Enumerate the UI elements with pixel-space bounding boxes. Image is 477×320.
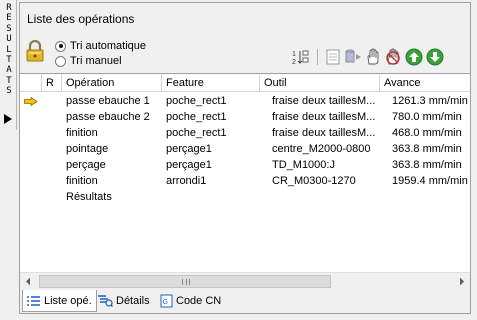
tab-label: Code CN bbox=[176, 294, 222, 307]
feature-cell: perçage1 bbox=[166, 159, 212, 171]
table-row[interactable]: passe ebauche 1 poche_rect1 fraise deux … bbox=[20, 93, 470, 109]
operations-table: R Opération Feature Outil Avance passe e… bbox=[20, 73, 470, 289]
feed-cell: 363.8 mm/min bbox=[392, 143, 462, 155]
operation-cell: passe ebauche 2 bbox=[66, 111, 150, 123]
table-row[interactable]: Résultats bbox=[20, 189, 470, 205]
tab-details[interactable]: Détails bbox=[94, 290, 154, 311]
feed-cell: 363.8 mm/min bbox=[392, 159, 462, 171]
move-down-icon[interactable] bbox=[426, 48, 444, 66]
panel-title: Liste des opérations bbox=[27, 12, 135, 26]
scroll-left-icon[interactable] bbox=[20, 273, 37, 290]
feature-cell: poche_rect1 bbox=[166, 127, 227, 139]
feature-cell: perçage1 bbox=[166, 143, 212, 155]
operation-cell: finition bbox=[66, 127, 98, 139]
scrollbar-thumb[interactable] bbox=[39, 275, 331, 288]
svg-text:1: 1 bbox=[292, 51, 296, 58]
feature-cell bbox=[166, 189, 260, 205]
sort-manual-radio[interactable] bbox=[55, 55, 66, 67]
sort-order-icon[interactable]: 1 2 bbox=[291, 48, 309, 66]
feed-cell: 1261.3 mm/min bbox=[392, 95, 468, 107]
feed-cell: 1959.4 mm/min bbox=[392, 175, 468, 187]
operation-cell: finition bbox=[66, 175, 98, 187]
operations-panel: Liste des opérations Tri automatique Tri… bbox=[19, 2, 471, 314]
sort-auto-label: Tri automatique bbox=[70, 40, 147, 52]
tool-cell: centre_M2000-0800 bbox=[272, 143, 371, 155]
header-r[interactable]: R bbox=[42, 74, 62, 92]
header-operation[interactable]: Opération bbox=[62, 74, 162, 92]
header-tool[interactable]: Outil bbox=[260, 74, 380, 92]
results-side-tab[interactable]: R E S U L T A T S bbox=[0, 0, 17, 130]
no-hand-icon[interactable] bbox=[384, 48, 402, 66]
header-feature[interactable]: Feature bbox=[162, 74, 260, 92]
header-feed[interactable]: Avance bbox=[380, 74, 470, 92]
tool-cell bbox=[272, 189, 380, 205]
tool-cell: CR_M0300-1270 bbox=[272, 175, 356, 187]
tab-label: Liste opé. bbox=[44, 294, 92, 307]
svg-text:G: G bbox=[163, 299, 168, 306]
operation-cell: pointage bbox=[66, 143, 109, 155]
tab-label: Détails bbox=[116, 294, 150, 307]
move-up-icon[interactable] bbox=[405, 48, 423, 66]
table-row[interactable]: pointage perçage1 centre_M2000-0800 363.… bbox=[20, 141, 470, 157]
hand-icon[interactable] bbox=[364, 48, 382, 66]
feature-cell: arrondi1 bbox=[166, 175, 207, 187]
sort-auto-radio[interactable] bbox=[55, 40, 66, 52]
svg-text:2: 2 bbox=[292, 59, 296, 66]
table-row[interactable]: perçage perçage1 TD_M1000:J 363.8 mm/min bbox=[20, 157, 470, 173]
sort-auto-option[interactable]: Tri automatique bbox=[55, 39, 146, 53]
bottom-tab-bar: Liste opé. Détails G Code CN bbox=[20, 290, 470, 313]
tool-cell: fraise deux taillesM... bbox=[272, 111, 376, 123]
tool-cell: fraise deux taillesM... bbox=[272, 95, 376, 107]
expand-arrow-icon[interactable] bbox=[4, 114, 12, 124]
table-row[interactable]: passe ebauche 2 poche_rect1 fraise deux … bbox=[20, 109, 470, 125]
tool-cell: TD_M1000:J bbox=[272, 159, 335, 171]
feed-cell: 468.0 mm/min bbox=[392, 127, 462, 139]
table-row[interactable]: finition arrondi1 CR_M0300-1270 1959.4 m… bbox=[20, 173, 470, 189]
details-icon bbox=[98, 295, 113, 307]
operation-cell: perçage bbox=[66, 159, 106, 171]
current-row-arrow-icon bbox=[24, 97, 38, 106]
tab-operations-list[interactable]: Liste opé. bbox=[22, 290, 97, 312]
feed-cell: 780.0 mm/min bbox=[392, 111, 462, 123]
feature-cell: poche_rect1 bbox=[166, 95, 227, 107]
tab-nc-code[interactable]: G Code CN bbox=[157, 290, 225, 311]
table-row[interactable]: finition poche_rect1 fraise deux tailles… bbox=[20, 125, 470, 141]
sort-manual-option[interactable]: Tri manuel bbox=[55, 54, 122, 68]
operation-cell: passe ebauche 1 bbox=[66, 95, 150, 107]
simulate-icon[interactable] bbox=[344, 48, 362, 66]
tool-cell: fraise deux taillesM... bbox=[272, 127, 376, 139]
grip-icon bbox=[182, 279, 190, 285]
list-icon bbox=[27, 295, 40, 306]
horizontal-scrollbar[interactable] bbox=[20, 272, 470, 289]
side-tab-label: R E S U L T A T S bbox=[6, 3, 12, 97]
lock-icon[interactable] bbox=[26, 40, 44, 62]
sort-manual-label: Tri manuel bbox=[70, 55, 122, 67]
scroll-right-icon[interactable] bbox=[453, 273, 470, 290]
operation-cell: Résultats bbox=[66, 191, 112, 203]
nc-code-icon: G bbox=[160, 294, 173, 307]
header-indicator bbox=[20, 74, 42, 92]
feature-cell: poche_rect1 bbox=[166, 111, 227, 123]
feed-cell bbox=[392, 189, 470, 205]
table-header: R Opération Feature Outil Avance bbox=[20, 74, 470, 92]
list-icon[interactable] bbox=[324, 48, 342, 66]
